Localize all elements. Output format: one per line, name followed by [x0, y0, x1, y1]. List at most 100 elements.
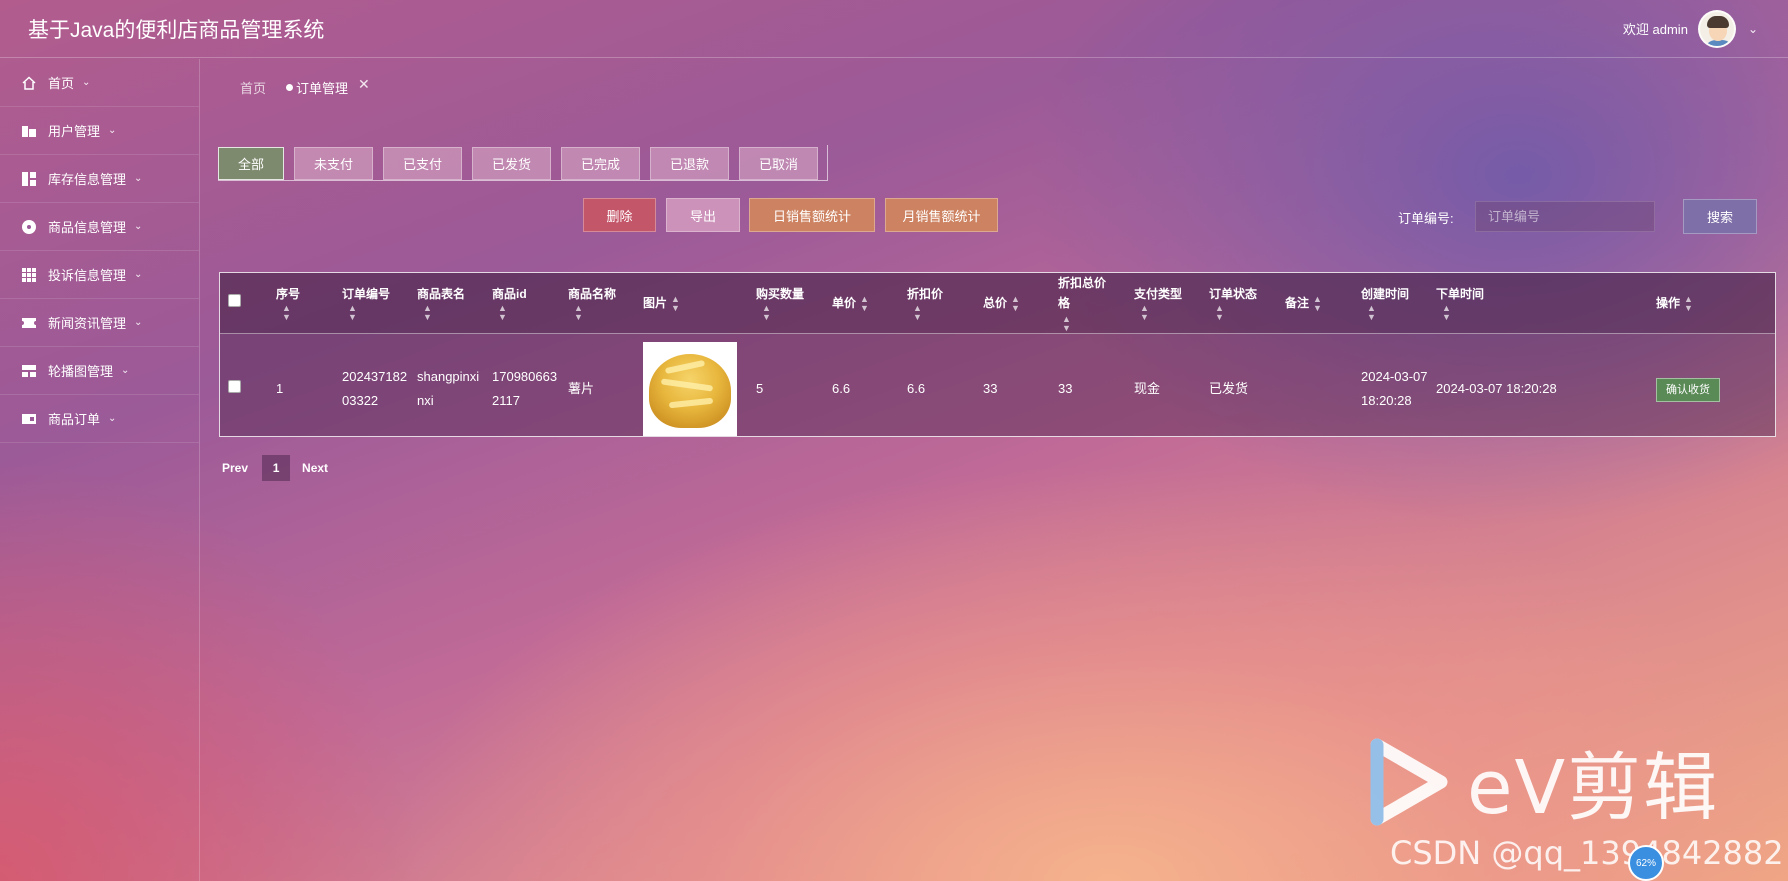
sidebar-item-complaints[interactable]: 投诉信息管理 ⌄	[0, 251, 199, 299]
sidebar-item-home[interactable]: 首页 ⌄	[0, 59, 199, 107]
product-image	[643, 342, 737, 437]
col-index[interactable]: 序号 ▲ ▼	[272, 273, 338, 334]
sidebar-item-users[interactable]: 用户管理 ⌄	[0, 107, 199, 155]
sort-icon[interactable]: ▲ ▼	[574, 304, 635, 322]
sort-icon[interactable]: ▲ ▼	[1140, 304, 1201, 322]
ticket-icon	[20, 314, 38, 332]
cell-total: 33	[983, 381, 998, 397]
sort-icon[interactable]: ▲ ▼	[1011, 294, 1020, 313]
select-all-checkbox[interactable]	[228, 294, 241, 307]
sidebar-item-news[interactable]: 新闻资讯管理 ⌄	[0, 299, 199, 347]
col-discount-total[interactable]: 折扣总价格▲ ▼	[1054, 273, 1130, 334]
col-ordered[interactable]: 下单时间 ▲ ▼	[1432, 273, 1652, 334]
sort-icon[interactable]: ▲ ▼	[860, 294, 869, 313]
cell-created: 2024-03-07 18:20:28	[1361, 369, 1428, 409]
sidebar-item-products[interactable]: 商品信息管理 ⌄	[0, 203, 199, 251]
tab-cancelled[interactable]: 已取消	[739, 147, 818, 180]
disc-icon	[20, 218, 38, 236]
sort-icon[interactable]: ▲ ▼	[1367, 304, 1428, 322]
sort-icon[interactable]: ▲ ▼	[1442, 304, 1648, 322]
cell-ordered: 2024-03-07 18:20:28	[1436, 381, 1557, 397]
col-product-name[interactable]: 商品名称 ▲ ▼	[564, 273, 639, 334]
col-total[interactable]: 总价 ▲ ▼	[979, 273, 1054, 334]
tab-paid[interactable]: 已支付	[383, 147, 462, 180]
cell-discount-price: 6.6	[907, 381, 926, 397]
sidebar: 首页 ⌄ 用户管理 ⌄ 库存信息管理 ⌄ 商品信息管理 ⌄ 投诉信息管理 ⌄ 新…	[0, 59, 200, 881]
sidebar-item-inventory[interactable]: 库存信息管理 ⌄	[0, 155, 199, 203]
sort-icon[interactable]: ▲ ▼	[1215, 304, 1277, 322]
col-created[interactable]: 创建时间 ▲ ▼	[1357, 273, 1432, 334]
sort-icon[interactable]: ▲ ▼	[913, 304, 975, 322]
chevron-down-icon: ⌄	[82, 77, 91, 88]
users-icon	[20, 122, 38, 140]
top-header: 基于Java的便利店商品管理系统 欢迎 admin ⌄	[0, 0, 1788, 58]
sidebar-item-carousel[interactable]: 轮播图管理 ⌄	[0, 347, 199, 395]
col-product-id[interactable]: 商品id ▲ ▼	[488, 273, 564, 334]
close-icon[interactable]: ✕	[358, 76, 370, 93]
cell-qty: 5	[756, 381, 764, 397]
delete-button[interactable]: 删除	[583, 198, 656, 232]
col-table-name[interactable]: 商品表名 ▲ ▼	[413, 273, 488, 334]
sort-icon[interactable]: ▲ ▼	[1313, 294, 1322, 313]
next-page-button[interactable]: Next	[302, 461, 328, 475]
tab-completed[interactable]: 已完成	[561, 147, 640, 180]
col-qty[interactable]: 购买数量 ▲ ▼	[752, 273, 828, 334]
chevron-down-icon: ⌄	[121, 365, 130, 376]
col-image[interactable]: 图片 ▲ ▼	[639, 273, 752, 334]
chevron-down-icon[interactable]: ⌄	[1748, 22, 1758, 36]
select-all-cell	[220, 273, 272, 334]
confirm-receipt-button[interactable]: 确认收货	[1655, 377, 1720, 402]
row-select-cell	[220, 334, 272, 445]
sort-icon[interactable]: ▲ ▼	[348, 304, 409, 322]
sort-icon[interactable]: ▲ ▼	[762, 304, 824, 322]
tab-refunded[interactable]: 已退款	[650, 147, 729, 180]
daily-sales-button[interactable]: 日销售额统计	[749, 198, 875, 232]
export-button[interactable]: 导出	[666, 198, 740, 232]
status-tabs: 全部 未支付 已支付 已发货 已完成 已退款 已取消	[218, 145, 828, 181]
floating-badge[interactable]: 62%	[1628, 845, 1664, 881]
user-menu[interactable]: 欢迎 admin ⌄	[1623, 9, 1758, 48]
cell-product-name: 薯片	[568, 381, 595, 397]
row-checkbox[interactable]	[228, 380, 241, 394]
col-price[interactable]: 单价 ▲ ▼	[828, 273, 903, 334]
sort-icon[interactable]: ▲ ▼	[1062, 314, 1071, 333]
monthly-sales-button[interactable]: 月销售额统计	[885, 198, 998, 232]
sort-icon[interactable]: ▲ ▼	[498, 304, 560, 322]
tab-unpaid[interactable]: 未支付	[294, 147, 373, 180]
card-icon	[20, 410, 38, 428]
active-dot-icon	[286, 84, 294, 91]
col-order-no[interactable]: 订单编号 ▲ ▼	[338, 273, 413, 334]
col-remark[interactable]: 备注 ▲ ▼	[1281, 273, 1357, 334]
prev-page-button[interactable]: Prev	[222, 461, 248, 475]
ev-watermark-text: eV剪辑	[1467, 745, 1720, 831]
search-input[interactable]	[1475, 201, 1655, 232]
col-status[interactable]: 订单状态 ▲ ▼	[1205, 273, 1281, 334]
sidebar-item-label: 商品订单	[48, 412, 101, 427]
cell-status: 已发货	[1209, 381, 1249, 397]
sidebar-item-label: 用户管理	[48, 124, 101, 139]
col-discount-price[interactable]: 折扣价 ▲ ▼	[903, 273, 979, 334]
search-button[interactable]: 搜索	[1683, 199, 1757, 234]
sidebar-item-label: 首页	[48, 76, 75, 91]
sort-icon[interactable]: ▲ ▼	[1684, 294, 1693, 313]
cell-ops: 确认收货	[1652, 334, 1775, 445]
tab-shipped[interactable]: 已发货	[472, 147, 551, 180]
sort-icon[interactable]: ▲ ▼	[423, 304, 484, 322]
cell-order-no: 20243718203322	[342, 369, 408, 409]
chevron-down-icon: ⌄	[134, 317, 143, 328]
col-ops[interactable]: 操作 ▲ ▼	[1652, 273, 1775, 334]
tab-all[interactable]: 全部	[218, 147, 284, 180]
sort-icon[interactable]: ▲ ▼	[282, 304, 334, 322]
table-row[interactable]: 1 20243718203322 shangpinxinxi 170980663…	[220, 334, 1775, 445]
breadcrumb-home[interactable]: 首页	[240, 78, 266, 97]
col-pay-type[interactable]: 支付类型 ▲ ▼	[1130, 273, 1205, 334]
breadcrumb-current[interactable]: 订单管理	[296, 78, 348, 97]
avatar[interactable]	[1697, 9, 1736, 48]
chevron-down-icon: ⌄	[108, 413, 117, 424]
sort-icon[interactable]: ▲ ▼	[671, 294, 680, 313]
page-number-button[interactable]: 1	[262, 455, 291, 481]
sidebar-item-orders[interactable]: 商品订单 ⌄	[0, 395, 199, 443]
cell-table-name: shangpinxinxi	[417, 369, 480, 409]
cell-index: 1	[276, 381, 284, 397]
search-label: 订单编号:	[1398, 211, 1454, 226]
